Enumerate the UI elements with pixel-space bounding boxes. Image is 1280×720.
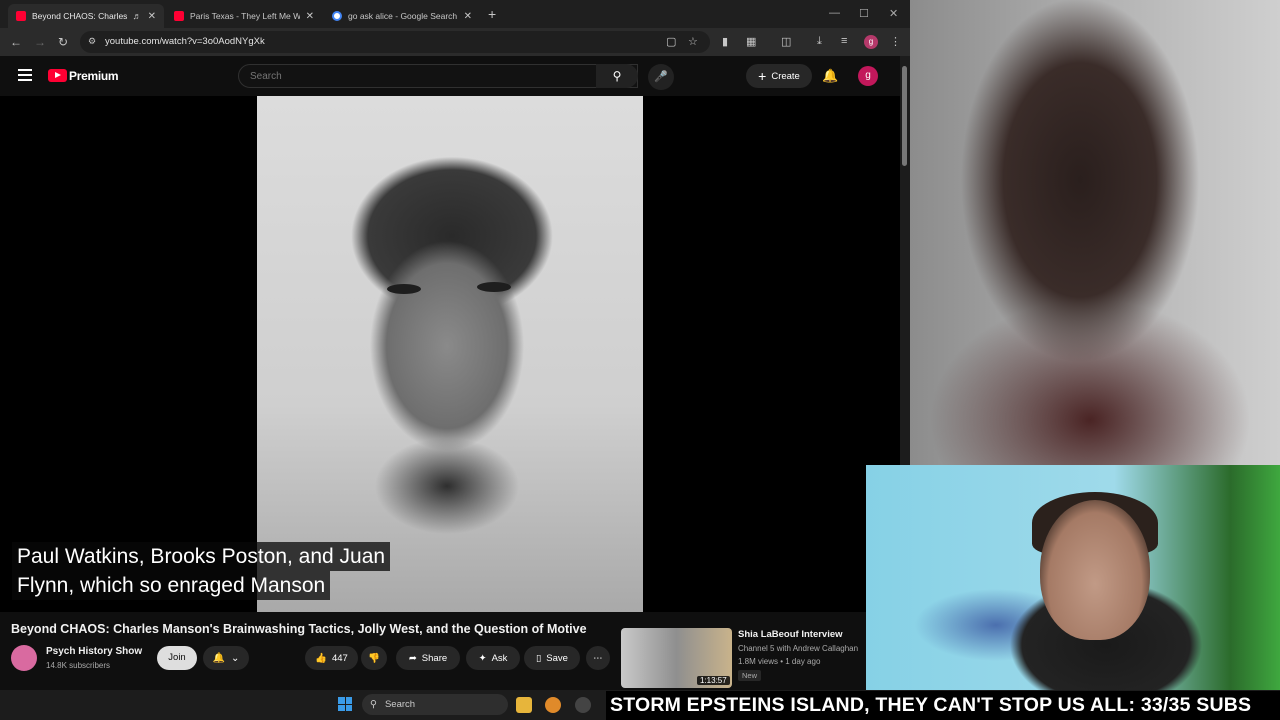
bookmark-icon: ▯ (536, 652, 542, 664)
like-count: 447 (331, 652, 348, 664)
profile-avatar[interactable]: g (864, 35, 878, 49)
taskbar-search[interactable]: ⚲ Search (362, 694, 508, 715)
tab-strip: Beyond CHAOS: Charles M ♬ ✕ Paris Texas … (0, 0, 910, 28)
browser-toolbar: ← → ↻ ⚙ youtube.com/watch?v=3o0AodNYgXk … (0, 28, 910, 56)
download-icon[interactable]: ⤓ (817, 35, 822, 48)
tab-title: Paris Texas - They Left Me With (190, 11, 300, 21)
notification-settings-button[interactable]: 🔔 ⌄ (203, 646, 249, 670)
create-button[interactable]: + Create (746, 64, 812, 88)
bell-icon: 🔔 (212, 652, 226, 664)
caption-line: Flynn, which so enraged Manson (12, 571, 331, 600)
maximize-button[interactable]: ☐ (859, 7, 869, 20)
account-avatar[interactable]: g (858, 66, 878, 86)
tab-paris-texas[interactable]: Paris Texas - They Left Me With ✕ (166, 4, 322, 28)
forward-arrow-icon[interactable]: → (34, 35, 46, 49)
video-frame-detail (477, 282, 511, 292)
youtube-logo-icon[interactable] (48, 69, 67, 82)
video-frame-mugshot (257, 96, 643, 612)
tab-title: go ask alice - Google Search (348, 11, 458, 21)
reading-list-icon[interactable]: ▮ (722, 35, 728, 48)
taskbar-search-label: Search (384, 699, 416, 710)
ask-button[interactable]: ✦ Ask (466, 646, 520, 670)
recommended-video-title[interactable]: Shia LaBeouf Interview (738, 629, 843, 640)
video-captions: Paul Watkins, Brooks Poston, and Juan Fl… (12, 542, 391, 600)
thumbs-up-icon: 👍 (315, 652, 327, 664)
bookmark-star-icon[interactable]: ☆ (688, 35, 698, 48)
browser-menu-icon[interactable]: ⋮ (890, 35, 901, 48)
stream-ticker-banner: STORM EPSTEINS ISLAND, THEY CAN'T STOP U… (606, 691, 1280, 720)
dislike-button[interactable]: 👎 (361, 646, 387, 670)
pinned-app-4k-icon[interactable] (575, 697, 591, 713)
chevron-down-icon: ⌄ (231, 652, 240, 664)
address-bar[interactable]: ⚙ youtube.com/watch?v=3o0AodNYgXk (80, 31, 710, 53)
channel-avatar[interactable] (11, 645, 37, 671)
url-text[interactable]: youtube.com/watch?v=3o0AodNYgXk (105, 36, 265, 47)
search-icon: ⚲ (612, 69, 622, 83)
youtube-header: Premium ⚲ 🎤 + Create 🔔 g (0, 56, 910, 96)
extensions-icon[interactable]: ▦ (746, 35, 756, 48)
browser-window: Beyond CHAOS: Charles M ♬ ✕ Paris Texas … (0, 0, 910, 690)
file-explorer-icon[interactable] (516, 697, 532, 713)
close-tab-icon[interactable]: ✕ (306, 11, 314, 22)
recommended-video-duration: 1:13:57 (697, 676, 730, 685)
webcam-person (1040, 500, 1150, 640)
microphone-icon: 🎤 (654, 71, 668, 83)
search-icon: ⚲ (370, 699, 377, 710)
subscriber-count: 14.8K subscribers (46, 661, 111, 670)
plus-icon: + (758, 68, 767, 84)
new-tab-button[interactable]: + (488, 6, 496, 22)
tab-title: Beyond CHAOS: Charles M (32, 11, 127, 21)
media-controls-icon[interactable]: ≡ (841, 35, 847, 47)
search-button[interactable]: ⚲ (596, 64, 638, 88)
search-input[interactable] (239, 65, 579, 87)
menu-icon[interactable] (18, 69, 32, 81)
share-label: Share (421, 652, 448, 664)
install-app-icon[interactable]: ▢ (666, 35, 676, 48)
tab-go-ask-alice[interactable]: go ask alice - Google Search ✕ (324, 4, 480, 28)
tab-beyond-chaos[interactable]: Beyond CHAOS: Charles M ♬ ✕ (8, 4, 164, 28)
recommended-video-meta: 1.8M views • 1 day ago (738, 657, 821, 666)
pinned-app-icon[interactable] (545, 697, 561, 713)
video-frame-detail (387, 284, 421, 294)
save-button[interactable]: ▯ Save (524, 646, 580, 670)
like-button[interactable]: 👍 447 (305, 646, 358, 670)
scrollbar-thumb[interactable] (902, 66, 907, 166)
save-label: Save (546, 652, 568, 664)
create-label: Create (771, 70, 800, 82)
share-button[interactable]: ➦ Share (396, 646, 460, 670)
join-button[interactable]: Join (157, 646, 197, 670)
channel-name[interactable]: Psych History Show (46, 646, 142, 657)
video-player[interactable]: Paul Watkins, Brooks Poston, and Juan Fl… (0, 96, 900, 612)
windows-start-icon[interactable] (338, 697, 352, 711)
more-horizontal-icon: ⋯ (593, 652, 603, 664)
thumbs-down-icon: 👎 (368, 652, 380, 664)
caption-line: Paul Watkins, Brooks Poston, and Juan (12, 542, 391, 571)
reload-icon[interactable]: ↻ (58, 35, 68, 49)
share-icon: ➦ (408, 652, 417, 664)
background-camera-feed (910, 0, 1280, 465)
video-title: Beyond CHAOS: Charles Manson's Brainwash… (11, 622, 587, 636)
search-box (238, 64, 638, 88)
back-arrow-icon[interactable]: ← (10, 35, 22, 49)
youtube-icon (16, 11, 26, 21)
recommended-video-channel[interactable]: Channel 5 with Andrew Callaghan (738, 644, 858, 653)
speaker-icon[interactable]: ♬ (133, 11, 142, 21)
sparkle-icon: ✦ (478, 652, 487, 664)
close-window-button[interactable]: ✕ (889, 7, 898, 20)
notifications-bell-icon[interactable]: 🔔 (822, 68, 838, 84)
close-tab-icon[interactable]: ✕ (464, 11, 472, 22)
google-icon (332, 11, 342, 21)
minimize-button[interactable]: — (829, 7, 840, 19)
new-badge: New (738, 670, 762, 681)
screenshot-icon[interactable]: ◫ (781, 35, 791, 48)
site-info-icon[interactable]: ⚙ (88, 36, 96, 47)
voice-search-button[interactable]: 🎤 (648, 64, 674, 90)
ask-label: Ask (491, 652, 508, 664)
youtube-premium-logo[interactable]: Premium (69, 69, 119, 83)
youtube-icon (174, 11, 184, 21)
more-actions-button[interactable]: ⋯ (586, 646, 610, 670)
close-tab-icon[interactable]: ✕ (148, 11, 156, 22)
